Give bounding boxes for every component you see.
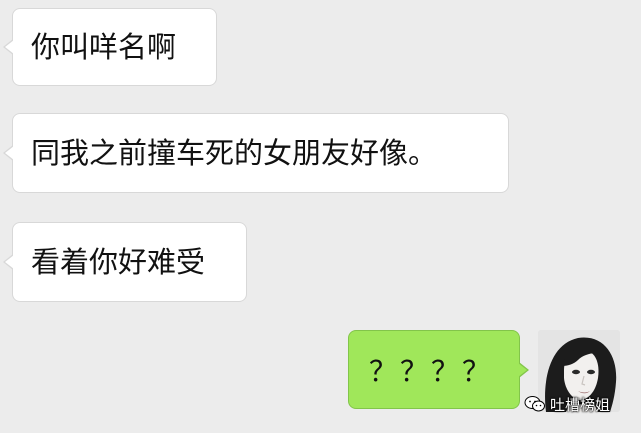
watermark-text: 吐槽榜姐: [550, 395, 611, 414]
incoming-message-bubble[interactable]: 看着你好难受: [12, 222, 247, 302]
message-text: ？？？？: [369, 354, 494, 388]
incoming-message-bubble[interactable]: 你叫咩名啊: [12, 8, 217, 86]
message-text: 看着你好难受: [31, 244, 206, 279]
chat-conversation: 你叫咩名啊 同我之前撞车死的女朋友好像。 看着你好难受 ？？？？ 吐槽榜姐: [0, 0, 641, 433]
message-text: 同我之前撞车死的女朋友好像。: [31, 135, 438, 170]
incoming-message-bubble[interactable]: 同我之前撞车死的女朋友好像。: [12, 113, 509, 193]
outgoing-message-bubble[interactable]: ？？？？: [348, 330, 520, 409]
wechat-icon: [524, 395, 546, 413]
watermark: 吐槽榜姐: [524, 392, 610, 416]
message-text: 你叫咩名啊: [31, 29, 177, 64]
